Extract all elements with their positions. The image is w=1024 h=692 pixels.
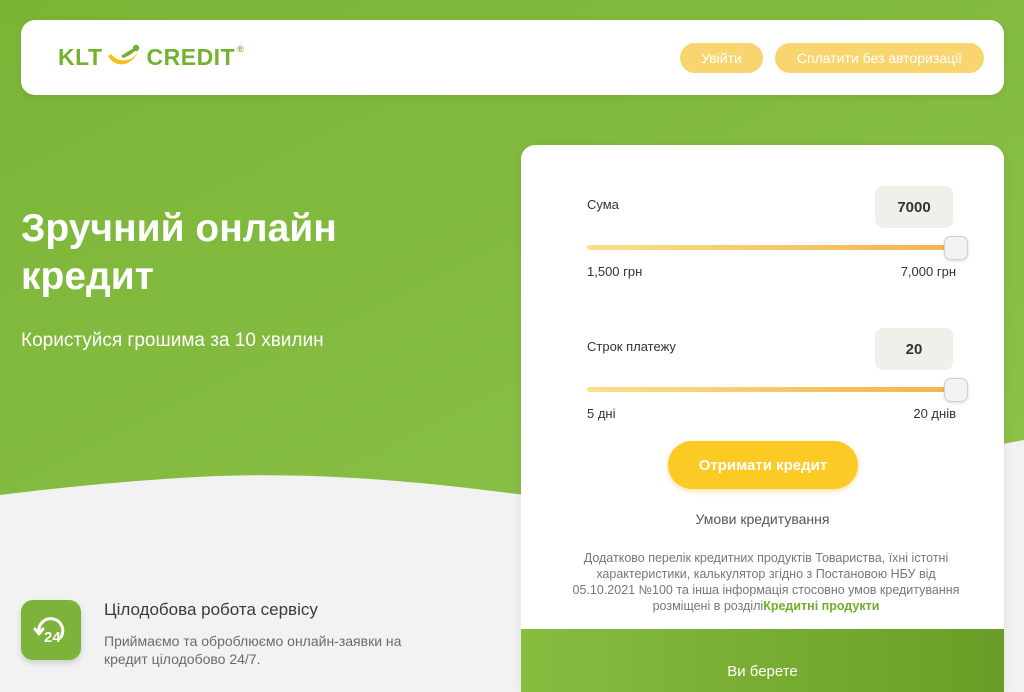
amount-slider-thumb[interactable] [944,236,968,260]
hero-subtitle: Користуйся грошима за 10 хвилин [21,330,324,351]
klt-credit-logo[interactable]: KLT CREDIT ® [58,42,244,72]
amount-min-label: 1,500 грн [587,264,643,279]
term-value-field[interactable]: 20 [875,328,953,370]
logo-swoosh-icon [107,44,139,65]
term-label: Строк платежу [587,339,676,354]
amount-value-field[interactable]: 7000 [875,186,953,228]
feature-title: Цілодобова робота сервісу [104,600,318,619]
summary-you-take-label: Ви берете [727,663,798,680]
get-credit-button[interactable]: Отримати кредит [668,441,858,489]
term-min-label: 5 дні [587,406,616,421]
24h-clock-icon: 24 [21,600,81,660]
term-slider-thumb[interactable] [944,378,968,402]
disclaimer-text: Додатково перелік кредитних продуктів То… [566,550,966,614]
registered-mark: ® [237,44,245,54]
svg-text:24: 24 [44,629,61,646]
amount-label: Сума [587,197,619,212]
credit-terms-link[interactable]: Умови кредитування [521,511,1004,527]
amount-max-label: 7,000 грн [900,264,956,279]
page-title: Зручний онлайн кредит [21,207,337,298]
loan-calculator-card: Сума 7000 1,500 грн 7,000 грн Строк плат… [521,145,1004,692]
logo-text-klt: KLT [58,43,103,70]
pay-without-auth-button[interactable]: Сплатити без авторизації [775,43,984,73]
logo-text-credit: CREDIT [146,43,236,70]
amount-slider-track[interactable] [587,245,956,250]
login-button[interactable]: Увійти [680,43,763,73]
term-max-label: 20 днів [913,406,956,421]
credit-products-link[interactable]: Кредитні продукти [763,599,879,613]
feature-text: Приймаємо та оброблюємо онлайн-заявки на… [104,633,402,667]
term-slider-track[interactable] [587,387,956,392]
summary-footer: Ви берете [521,629,1004,692]
site-header: KLT CREDIT ® Увійти Сплатити без авториз… [21,20,1004,95]
